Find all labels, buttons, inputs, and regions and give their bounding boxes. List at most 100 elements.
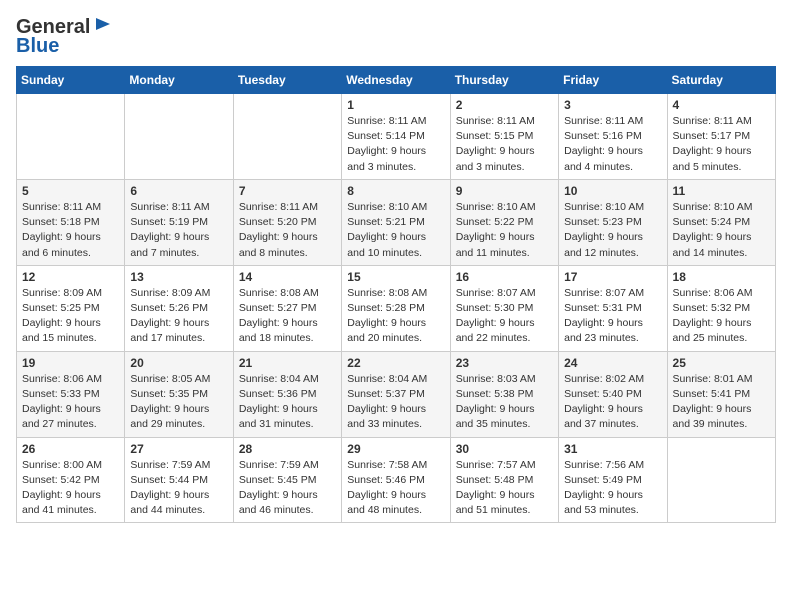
day-number: 18: [673, 270, 770, 284]
calendar-cell: 4 Sunrise: 8:11 AM Sunset: 5:17 PM Daylig…: [667, 94, 775, 180]
calendar-cell: 22 Sunrise: 8:04 AM Sunset: 5:37 PM Dayli…: [342, 351, 450, 437]
day-number: 5: [22, 184, 119, 198]
day-number: 24: [564, 356, 661, 370]
day-info: Sunrise: 8:00 AM Sunset: 5:42 PM Dayligh…: [22, 458, 119, 519]
weekday-header-thursday: Thursday: [450, 67, 558, 94]
calendar-cell: 14Sunrise: 8:08 AM Sunset: 5:27 PM Dayli…: [233, 265, 341, 351]
calendar-cell: [125, 94, 233, 180]
calendar-cell: 13 Sunrise: 8:09 AM Sunset: 5:26 PM Dayli…: [125, 265, 233, 351]
week-row-5: 26 Sunrise: 8:00 AM Sunset: 5:42 PM Dayli…: [17, 437, 776, 523]
day-number: 25: [673, 356, 770, 370]
calendar-cell: 31 Sunrise: 7:56 AM Sunset: 5:49 PM Dayli…: [559, 437, 667, 523]
day-info: Sunrise: 8:10 AM Sunset: 5:21 PM Dayligh…: [347, 200, 444, 261]
day-number: 20: [130, 356, 227, 370]
calendar-cell: 28 Sunrise: 7:59 AM Sunset: 5:45 PM Dayli…: [233, 437, 341, 523]
weekday-row: SundayMondayTuesdayWednesdayThursdayFrid…: [17, 67, 776, 94]
calendar-cell: 16 Sunrise: 8:07 AM Sunset: 5:30 PM Dayli…: [450, 265, 558, 351]
day-number: 29: [347, 442, 444, 456]
day-number: 26: [22, 442, 119, 456]
header: General Blue: [16, 16, 776, 58]
calendar-cell: 21 Sunrise: 8:04 AM Sunset: 5:36 PM Dayli…: [233, 351, 341, 437]
calendar-cell: 27Sunrise: 7:59 AM Sunset: 5:44 PM Dayli…: [125, 437, 233, 523]
day-info: Sunrise: 8:05 AM Sunset: 5:35 PM Dayligh…: [130, 372, 227, 433]
page-container: General Blue SundayMondayTuesdayWednesda…: [0, 0, 792, 531]
logo-blue-text: Blue: [16, 35, 59, 58]
calendar-cell: 5Sunrise: 8:11 AM Sunset: 5:18 PM Daylig…: [17, 179, 125, 265]
calendar-cell: 9 Sunrise: 8:10 AM Sunset: 5:22 PM Daylig…: [450, 179, 558, 265]
day-info: Sunrise: 8:11 AM Sunset: 5:19 PM Dayligh…: [130, 200, 227, 261]
day-info: Sunrise: 8:11 AM Sunset: 5:20 PM Dayligh…: [239, 200, 336, 261]
day-number: 2: [456, 98, 553, 112]
day-number: 4: [673, 98, 770, 112]
weekday-header-monday: Monday: [125, 67, 233, 94]
day-info: Sunrise: 7:59 AM Sunset: 5:45 PM Dayligh…: [239, 458, 336, 519]
day-number: 16: [456, 270, 553, 284]
calendar-cell: 3 Sunrise: 8:11 AM Sunset: 5:16 PM Daylig…: [559, 94, 667, 180]
calendar-cell: [233, 94, 341, 180]
week-row-3: 12 Sunrise: 8:09 AM Sunset: 5:25 PM Dayli…: [17, 265, 776, 351]
calendar-cell: 24 Sunrise: 8:02 AM Sunset: 5:40 PM Dayli…: [559, 351, 667, 437]
day-info: Sunrise: 8:11 AM Sunset: 5:14 PM Dayligh…: [347, 114, 444, 175]
calendar-table: SundayMondayTuesdayWednesdayThursdayFrid…: [16, 66, 776, 523]
day-info: Sunrise: 7:58 AM Sunset: 5:46 PM Dayligh…: [347, 458, 444, 519]
day-info: Sunrise: 8:09 AM Sunset: 5:25 PM Dayligh…: [22, 286, 119, 347]
day-number: 22: [347, 356, 444, 370]
day-number: 15: [347, 270, 444, 284]
calendar-cell: 25Sunrise: 8:01 AM Sunset: 5:41 PM Dayli…: [667, 351, 775, 437]
day-number: 10: [564, 184, 661, 198]
day-info: Sunrise: 8:04 AM Sunset: 5:37 PM Dayligh…: [347, 372, 444, 433]
day-number: 8: [347, 184, 444, 198]
day-info: Sunrise: 8:10 AM Sunset: 5:22 PM Dayligh…: [456, 200, 553, 261]
day-number: 13: [130, 270, 227, 284]
day-number: 9: [456, 184, 553, 198]
week-row-4: 19 Sunrise: 8:06 AM Sunset: 5:33 PM Dayli…: [17, 351, 776, 437]
day-number: 11: [673, 184, 770, 198]
day-info: Sunrise: 8:02 AM Sunset: 5:40 PM Dayligh…: [564, 372, 661, 433]
day-info: Sunrise: 8:10 AM Sunset: 5:23 PM Dayligh…: [564, 200, 661, 261]
day-number: 6: [130, 184, 227, 198]
calendar-cell: [17, 94, 125, 180]
day-number: 12: [22, 270, 119, 284]
day-number: 3: [564, 98, 661, 112]
calendar-cell: 30Sunrise: 7:57 AM Sunset: 5:48 PM Dayli…: [450, 437, 558, 523]
day-number: 14: [239, 270, 336, 284]
calendar-cell: 17Sunrise: 8:07 AM Sunset: 5:31 PM Dayli…: [559, 265, 667, 351]
calendar-cell: [667, 437, 775, 523]
day-info: Sunrise: 8:11 AM Sunset: 5:16 PM Dayligh…: [564, 114, 661, 175]
day-number: 7: [239, 184, 336, 198]
calendar-header: SundayMondayTuesdayWednesdayThursdayFrid…: [17, 67, 776, 94]
calendar-cell: 20 Sunrise: 8:05 AM Sunset: 5:35 PM Dayli…: [125, 351, 233, 437]
day-number: 28: [239, 442, 336, 456]
calendar-cell: 18Sunrise: 8:06 AM Sunset: 5:32 PM Dayli…: [667, 265, 775, 351]
calendar-cell: 6 Sunrise: 8:11 AM Sunset: 5:19 PM Daylig…: [125, 179, 233, 265]
day-number: 27: [130, 442, 227, 456]
day-info: Sunrise: 8:09 AM Sunset: 5:26 PM Dayligh…: [130, 286, 227, 347]
day-info: Sunrise: 8:11 AM Sunset: 5:17 PM Dayligh…: [673, 114, 770, 175]
day-info: Sunrise: 8:10 AM Sunset: 5:24 PM Dayligh…: [673, 200, 770, 261]
day-info: Sunrise: 8:03 AM Sunset: 5:38 PM Dayligh…: [456, 372, 553, 433]
calendar-cell: 2 Sunrise: 8:11 AM Sunset: 5:15 PM Daylig…: [450, 94, 558, 180]
weekday-header-friday: Friday: [559, 67, 667, 94]
calendar-cell: 26 Sunrise: 8:00 AM Sunset: 5:42 PM Dayli…: [17, 437, 125, 523]
calendar-cell: 15Sunrise: 8:08 AM Sunset: 5:28 PM Dayli…: [342, 265, 450, 351]
day-number: 21: [239, 356, 336, 370]
calendar-cell: 29 Sunrise: 7:58 AM Sunset: 5:46 PM Dayli…: [342, 437, 450, 523]
day-info: Sunrise: 7:56 AM Sunset: 5:49 PM Dayligh…: [564, 458, 661, 519]
logo: General Blue: [16, 16, 114, 58]
logo-flag-icon: [92, 16, 114, 38]
weekday-header-wednesday: Wednesday: [342, 67, 450, 94]
day-info: Sunrise: 8:07 AM Sunset: 5:31 PM Dayligh…: [564, 286, 661, 347]
day-number: 30: [456, 442, 553, 456]
day-number: 23: [456, 356, 553, 370]
day-number: 19: [22, 356, 119, 370]
week-row-1: 1Sunrise: 8:11 AM Sunset: 5:14 PM Daylig…: [17, 94, 776, 180]
day-info: Sunrise: 8:06 AM Sunset: 5:33 PM Dayligh…: [22, 372, 119, 433]
week-row-2: 5Sunrise: 8:11 AM Sunset: 5:18 PM Daylig…: [17, 179, 776, 265]
day-info: Sunrise: 8:11 AM Sunset: 5:15 PM Dayligh…: [456, 114, 553, 175]
calendar-cell: 8 Sunrise: 8:10 AM Sunset: 5:21 PM Daylig…: [342, 179, 450, 265]
day-number: 31: [564, 442, 661, 456]
calendar-cell: 10 Sunrise: 8:10 AM Sunset: 5:23 PM Dayli…: [559, 179, 667, 265]
day-info: Sunrise: 8:07 AM Sunset: 5:30 PM Dayligh…: [456, 286, 553, 347]
calendar-cell: 11 Sunrise: 8:10 AM Sunset: 5:24 PM Dayli…: [667, 179, 775, 265]
day-info: Sunrise: 8:04 AM Sunset: 5:36 PM Dayligh…: [239, 372, 336, 433]
